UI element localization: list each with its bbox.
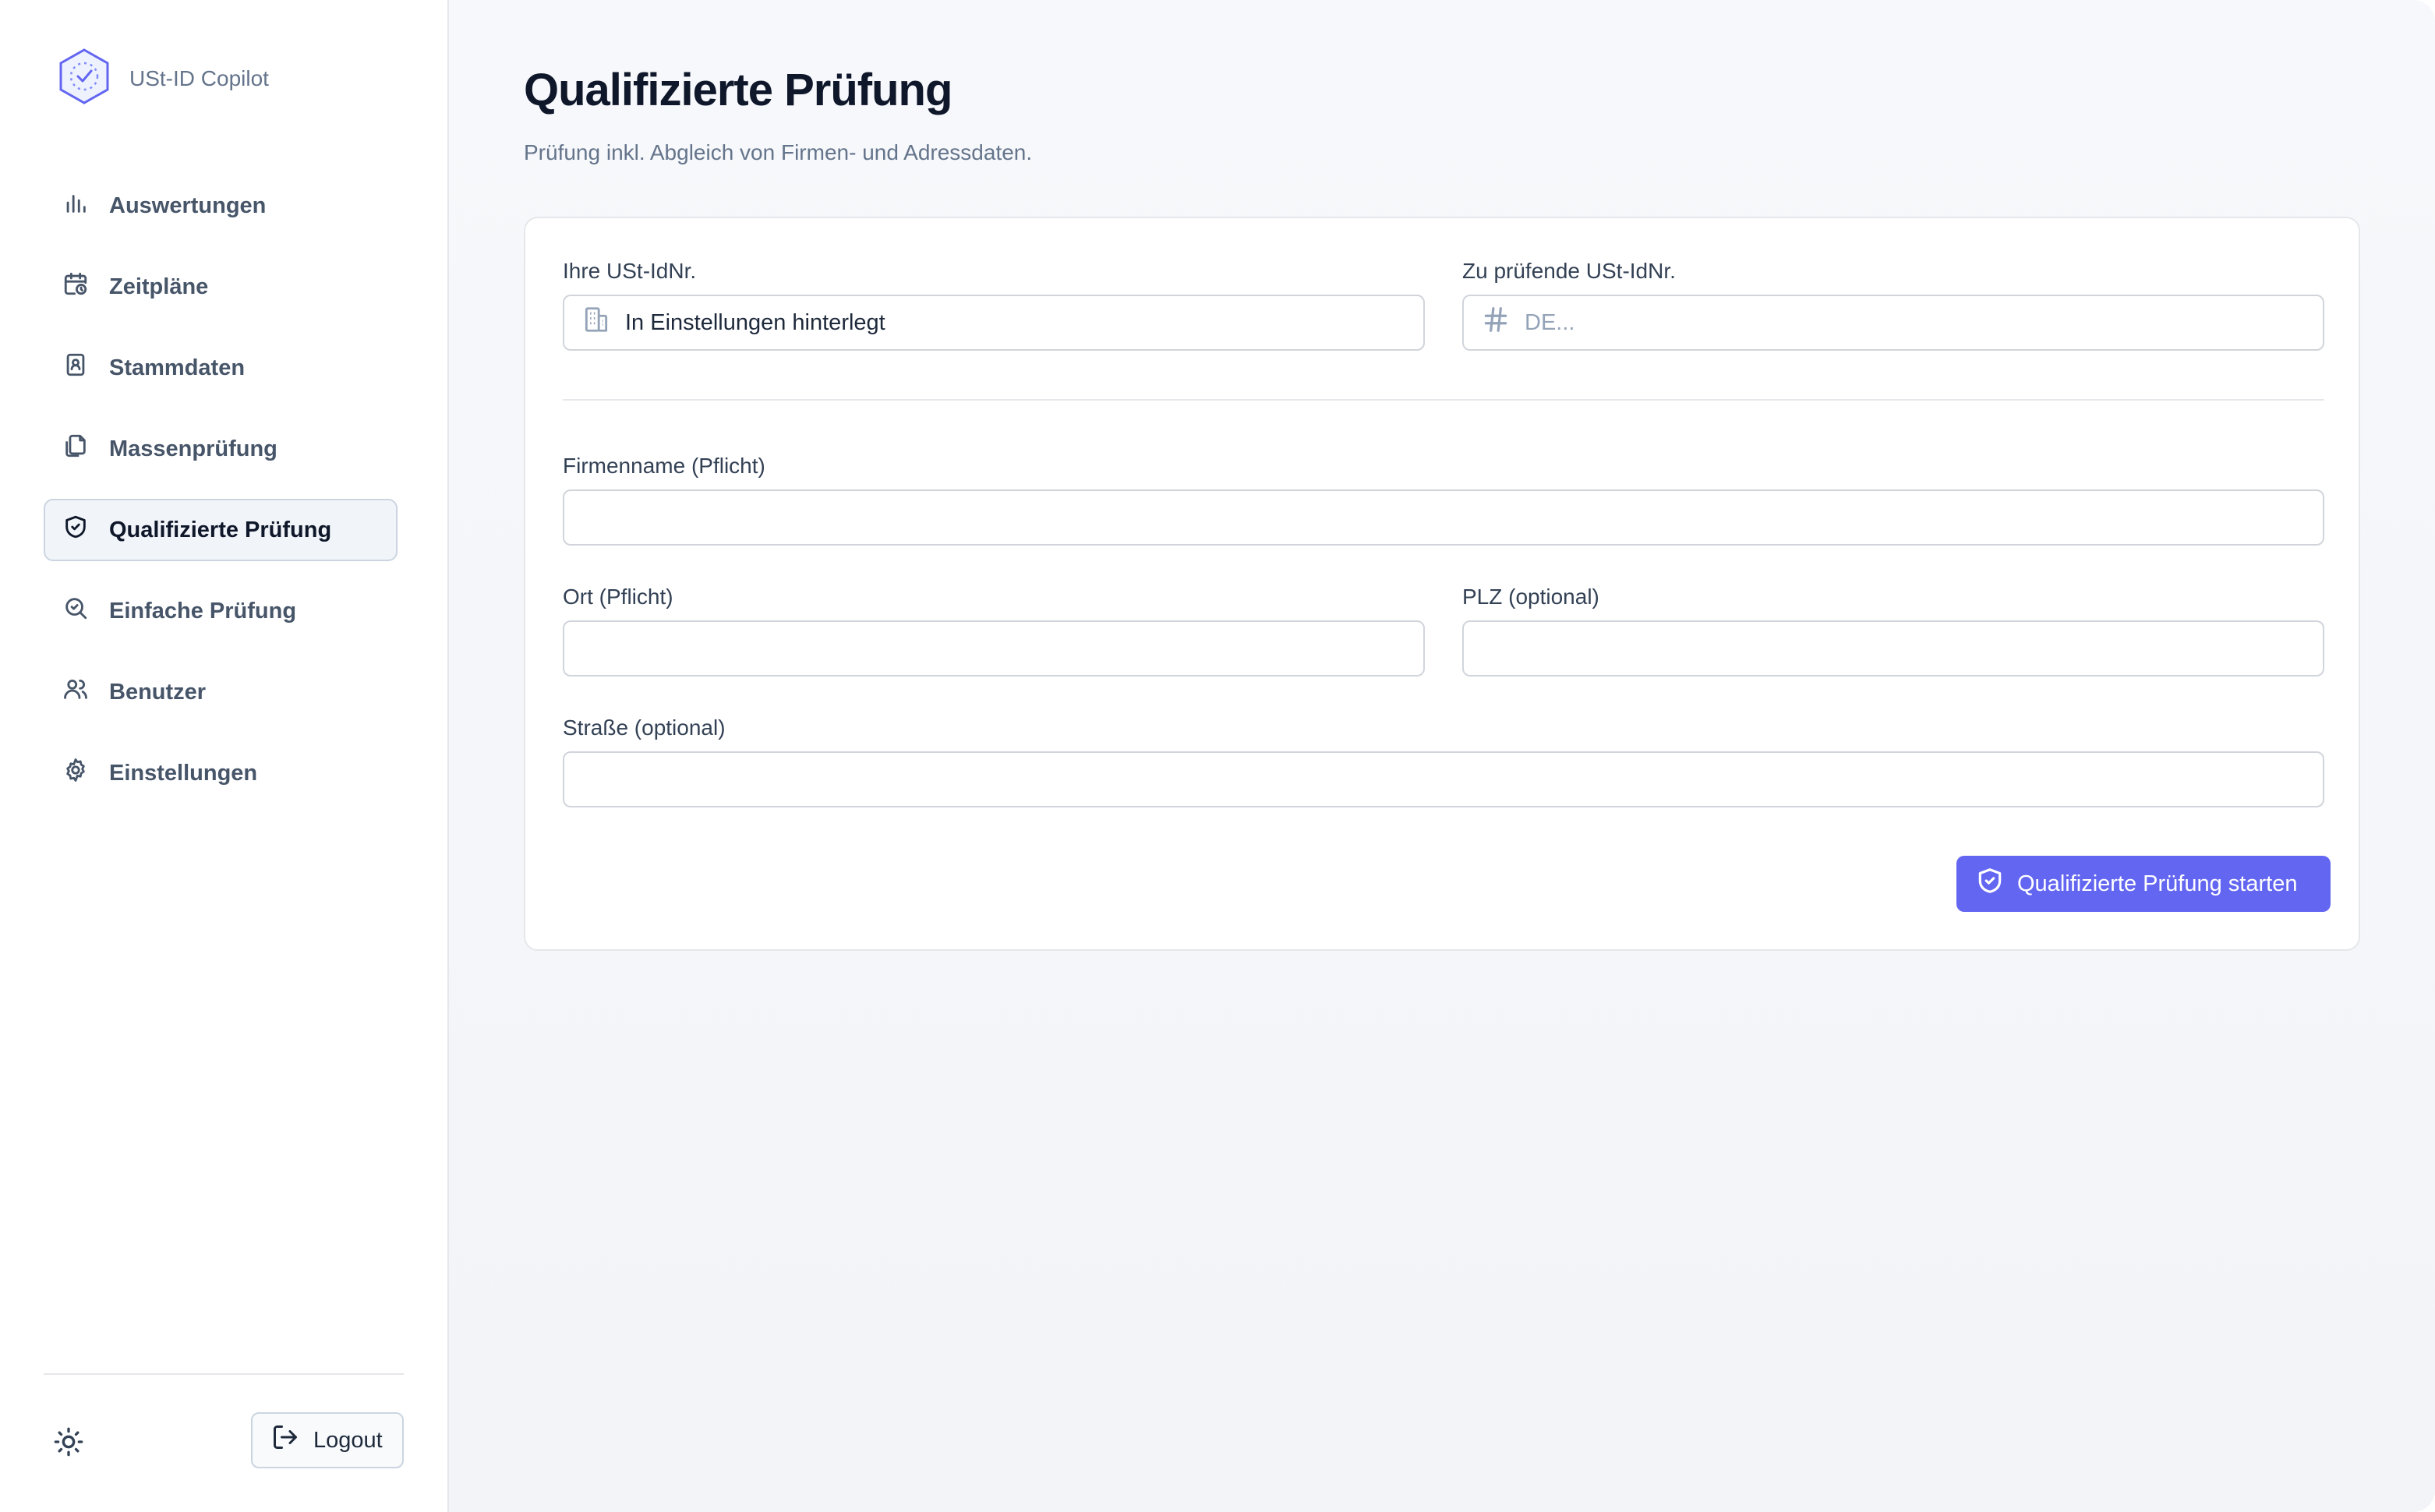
hexagon-check-logo-icon	[56, 47, 112, 110]
hash-icon	[1464, 305, 1525, 341]
logout-button[interactable]: Logout	[251, 1412, 404, 1468]
calendar-clock-icon	[62, 270, 89, 303]
start-qualified-check-button[interactable]: Qualifizierte Prüfung starten	[1956, 856, 2331, 912]
gear-icon	[62, 757, 89, 790]
submit-label: Qualifizierte Prüfung starten	[2017, 871, 2298, 896]
own-vat-value: In Einstellungen hinterlegt	[625, 309, 885, 335]
sidebar: USt-ID Copilot Auswertungen Zeitpläne St…	[0, 0, 449, 1512]
zip-label: PLZ (optional)	[1462, 585, 1599, 609]
sidebar-item-label: Benutzer	[109, 679, 207, 705]
brand[interactable]: USt-ID Copilot	[56, 47, 269, 110]
page-subtitle: Prüfung inkl. Abgleich von Firmen- und A…	[524, 140, 1033, 164]
sidebar-item-qualifizierte-pruefung[interactable]: Qualifizierte Prüfung	[44, 499, 398, 561]
sidebar-item-einstellungen[interactable]: Einstellungen	[44, 742, 398, 804]
form-divider	[563, 399, 2324, 401]
theme-toggle-button[interactable]	[53, 1426, 84, 1457]
company-label: Firmenname (Pflicht)	[563, 454, 765, 478]
main-content: Qualifizierte Prüfung Prüfung inkl. Abgl…	[449, 0, 2435, 1512]
street-input[interactable]	[563, 751, 2324, 807]
bar-chart-icon	[62, 189, 89, 222]
street-label: Straße (optional)	[563, 715, 726, 740]
search-check-icon	[62, 595, 89, 627]
sidebar-item-label: Qualifizierte Prüfung	[109, 517, 332, 542]
city-input[interactable]	[563, 620, 1425, 677]
sidebar-item-label: Auswertungen	[109, 193, 267, 218]
app-window: USt-ID Copilot Auswertungen Zeitpläne St…	[0, 0, 2435, 1512]
sidebar-item-zeitplaene[interactable]: Zeitpläne	[44, 256, 398, 318]
sidebar-item-label: Massenprüfung	[109, 436, 277, 461]
target-vat-placeholder: DE...	[1525, 309, 1575, 335]
sidebar-divider	[44, 1373, 404, 1375]
own-vat-label: Ihre USt-IdNr.	[563, 259, 697, 283]
target-vat-label: Zu prüfende USt-IdNr.	[1462, 259, 1676, 283]
building-icon	[564, 305, 625, 341]
logout-icon	[271, 1423, 313, 1457]
sidebar-item-stammdaten[interactable]: Stammdaten	[44, 337, 398, 399]
sidebar-item-benutzer[interactable]: Benutzer	[44, 661, 398, 723]
sidebar-item-label: Einfache Prüfung	[109, 598, 297, 624]
zip-input[interactable]	[1462, 620, 2324, 677]
qualified-check-form: Ihre USt-IdNr. In Einstellungen hinterle…	[524, 217, 2360, 951]
sidebar-item-auswertungen[interactable]: Auswertungen	[44, 175, 398, 237]
logout-label: Logout	[313, 1427, 383, 1453]
sidebar-item-massenpruefung[interactable]: Massenprüfung	[44, 418, 398, 480]
sun-icon	[53, 1427, 84, 1461]
shield-check-icon	[1975, 866, 2017, 902]
users-icon	[62, 676, 89, 708]
files-icon	[62, 433, 89, 465]
sidebar-item-label: Einstellungen	[109, 760, 258, 786]
city-label: Ort (Pflicht)	[563, 585, 673, 609]
page-title: Qualifizierte Prüfung	[524, 65, 952, 115]
target-vat-input[interactable]: DE...	[1462, 295, 2324, 351]
sidebar-item-label: Zeitpläne	[109, 274, 209, 299]
contact-book-icon	[62, 352, 89, 384]
sidebar-item-einfache-pruefung[interactable]: Einfache Prüfung	[44, 580, 398, 642]
own-vat-field[interactable]: In Einstellungen hinterlegt	[563, 295, 1425, 351]
sidebar-item-label: Stammdaten	[109, 355, 246, 380]
company-input[interactable]	[563, 489, 2324, 546]
shield-check-icon	[62, 514, 89, 546]
sidebar-nav: Auswertungen Zeitpläne Stammdaten Massen…	[44, 175, 398, 823]
brand-name: USt-ID Copilot	[129, 65, 269, 90]
